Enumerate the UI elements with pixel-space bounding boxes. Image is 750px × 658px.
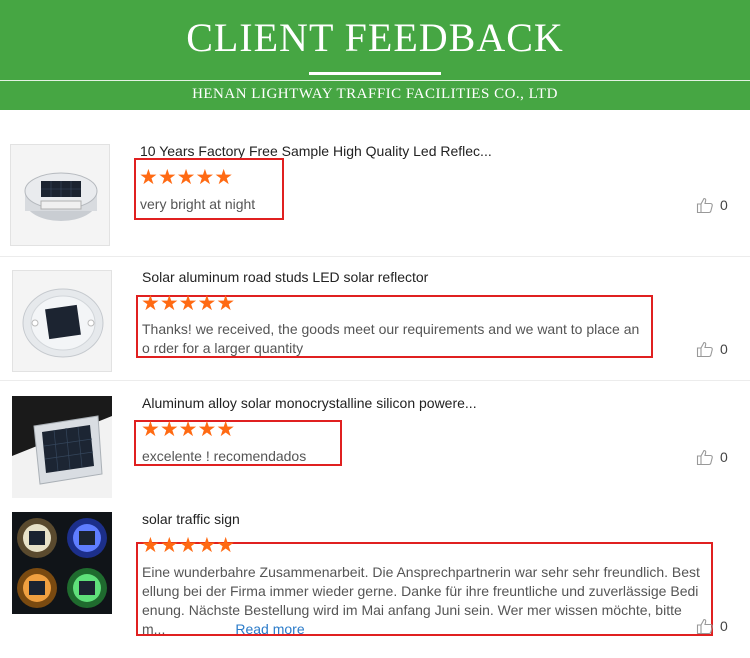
review-comment: very bright at night [140,196,256,212]
like-button[interactable]: 0 [696,340,736,360]
product-image[interactable] [10,144,110,246]
read-more-link[interactable]: Read more [235,621,304,637]
rating-stars: ★★★★★ [141,534,236,557]
product-image[interactable] [12,270,112,372]
thumbs-up-icon [696,449,713,466]
like-count: 0 [720,341,728,357]
product-image[interactable] [12,512,112,614]
thumbs-up-icon [696,341,713,358]
product-title[interactable]: solar traffic sign [142,511,240,527]
title-underline [309,72,441,75]
product-title[interactable]: 10 Years Factory Free Sample High Qualit… [140,143,492,159]
like-count: 0 [720,618,728,634]
review-comment-text: Eine wunderbahre Zusammenarbeit. Die Ans… [142,564,700,637]
like-count: 0 [720,197,728,213]
rating-stars: ★★★★★ [141,418,236,441]
like-button[interactable]: 0 [696,617,736,637]
review-comment: excelente ! recomendados [142,448,307,464]
rating-stars: ★★★★★ [141,292,236,315]
review-divider [0,256,750,257]
thumbs-up-icon [696,197,713,214]
feedback-banner: CLIENT FEEDBACK HENAN LIGHTWAY TRAFFIC F… [0,0,750,110]
like-button[interactable]: 0 [696,448,736,468]
review-comment: Eine wunderbahre Zusammenarbeit. Die Ans… [142,563,704,639]
rating-stars: ★★★★★ [139,166,234,189]
page-title: CLIENT FEEDBACK [186,15,564,60]
product-title[interactable]: Aluminum alloy solar monocrystalline sil… [142,395,477,411]
product-image[interactable] [12,396,112,498]
product-title[interactable]: Solar aluminum road studs LED solar refl… [142,269,428,285]
like-count: 0 [720,449,728,465]
review-comment: Thanks! we received, the goods meet our … [142,321,640,356]
thumbs-up-icon [696,618,713,635]
like-button[interactable]: 0 [696,196,736,216]
banner-divider [0,80,750,81]
company-name: HENAN LIGHTWAY TRAFFIC FACILITIES CO., L… [192,86,558,102]
review-divider [0,380,750,381]
